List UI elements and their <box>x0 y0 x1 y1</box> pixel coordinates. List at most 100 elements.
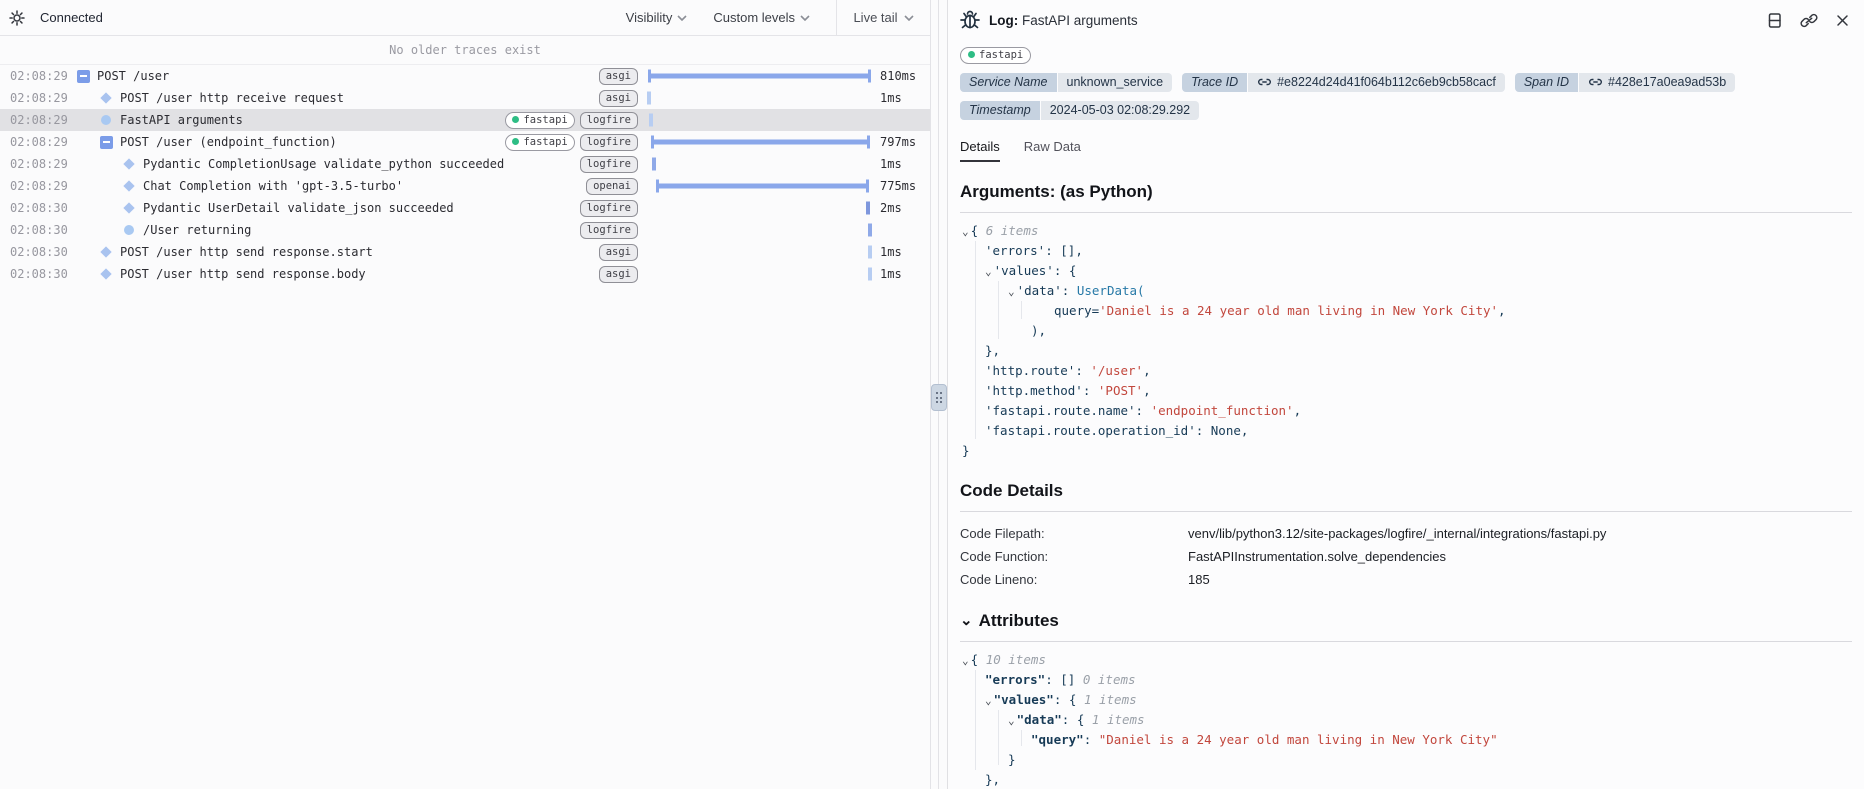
trace-badges: logfire <box>580 156 638 173</box>
trace-timestamp: 02:08:30 <box>10 223 68 237</box>
trace-duration: 775ms <box>880 179 930 193</box>
code-line: ⌄{ 10 items <box>948 650 1864 670</box>
trace-span-name: Chat Completion with 'gpt-3.5-turbo' <box>143 179 586 193</box>
span-collapse-icon[interactable] <box>76 69 90 83</box>
trace-duration: 1ms <box>880 245 930 259</box>
link-icon <box>1257 76 1272 88</box>
trace-row[interactable]: 02:08:29 POST /user http receive request… <box>0 87 930 109</box>
trace-timestamp: 02:08:29 <box>10 179 68 193</box>
tab-raw-data[interactable]: Raw Data <box>1024 139 1081 162</box>
bug-icon <box>958 8 982 32</box>
badge-logfire: logfire <box>580 156 638 173</box>
trace-row[interactable]: 02:08:29 Pydantic CompletionUsage valida… <box>0 153 930 175</box>
chevron-down-icon[interactable]: ⌄ <box>962 654 969 667</box>
code-line: 'http.route': '/user', <box>948 361 1864 381</box>
chevron-down-icon[interactable]: ⌄ <box>985 265 992 278</box>
green-dot-icon <box>512 138 519 145</box>
trace-duration: 1ms <box>880 91 930 105</box>
duration-bar <box>868 268 872 281</box>
trace-row[interactable]: 02:08:29 POST /user (endpoint_function) … <box>0 131 930 153</box>
badge-logfire: logfire <box>580 112 638 129</box>
duration-bar-track <box>646 175 874 197</box>
badge-logfire: logfire <box>580 222 638 239</box>
trace-span-name: /User returning <box>143 223 580 237</box>
trace-row[interactable]: 02:08:29 POST /user asgi 810ms <box>0 65 930 87</box>
chevron-down-icon <box>677 15 687 21</box>
settings-button[interactable] <box>0 10 34 26</box>
green-dot-icon <box>968 51 975 58</box>
code-line: 'errors': [], <box>948 241 1864 261</box>
code-line: 'fastapi.route.operation_id': None, <box>948 421 1864 441</box>
trace-badges: fastapi logfire <box>505 134 638 151</box>
duration-bar-track <box>646 241 874 263</box>
trace-timestamp: 02:08:29 <box>10 113 68 127</box>
trace-panel: Connected Visibility Custom levels Live … <box>0 0 931 789</box>
trace-row[interactable]: 02:08:30 Pydantic UserDetail validate_js… <box>0 197 930 219</box>
diamond-icon <box>122 201 136 215</box>
code-line: ⌄'data': UserData( <box>948 281 1864 301</box>
trace-span-name: POST /user <box>97 69 599 83</box>
green-dot-icon <box>512 116 519 123</box>
badge-asgi: asgi <box>599 244 638 261</box>
trace-span-name: POST /user (endpoint_function) <box>120 135 505 149</box>
span-collapse-icon[interactable] <box>99 135 113 149</box>
code-line: }, <box>948 770 1864 789</box>
trace-panel-header: Connected Visibility Custom levels Live … <box>0 0 930 36</box>
link-icon[interactable] <box>1800 12 1818 29</box>
diamond-icon <box>122 179 136 193</box>
code-function-row: Code Function: FastAPIInstrumentation.so… <box>960 545 1852 568</box>
trace-timestamp: 02:08:29 <box>10 157 68 171</box>
circle-icon <box>122 223 136 237</box>
visibility-dropdown[interactable]: Visibility <box>626 10 688 25</box>
arguments-heading: Arguments: (as Python) <box>948 162 1864 202</box>
chevron-down-icon[interactable]: ⌄ <box>985 694 992 707</box>
diamond-icon <box>99 267 113 281</box>
badge-fastapi: fastapi <box>505 134 574 151</box>
trace-row[interactable]: 02:08:30 POST /user http send response.s… <box>0 241 930 263</box>
live-tail-dropdown[interactable]: Live tail <box>836 0 930 36</box>
chevron-down-icon[interactable]: ⌄ <box>1008 285 1015 298</box>
trace-span-name: POST /user http receive request <box>120 91 599 105</box>
duration-bar-track <box>646 87 874 109</box>
trace-id-chip[interactable]: Trace ID #e8224d24d41f064b112c6eb9cb58ca… <box>1182 73 1505 92</box>
badge-logfire: logfire <box>580 200 638 217</box>
trace-badges: logfire <box>580 200 638 217</box>
badge-fastapi: fastapi <box>960 47 1031 64</box>
trace-duration: 1ms <box>880 267 930 281</box>
attributes-tree: ⌄{ 10 items"errors": [] 0 items⌄"values"… <box>948 642 1864 789</box>
arguments-tree: ⌄{ 6 items'errors': [],⌄'values': {⌄'dat… <box>948 213 1864 461</box>
trace-duration: 797ms <box>880 135 930 149</box>
trace-timestamp: 02:08:29 <box>10 69 68 83</box>
duration-bar <box>866 202 870 215</box>
diamond-icon <box>99 245 113 259</box>
duration-bar <box>648 74 870 79</box>
tab-details[interactable]: Details <box>960 139 1000 162</box>
gear-icon <box>9 10 25 26</box>
trace-row[interactable]: 02:08:30 /User returning logfire <box>0 219 930 241</box>
code-details-heading: Code Details <box>948 461 1864 501</box>
code-line: "query": "Daniel is a 24 year old man li… <box>948 730 1864 750</box>
chevron-down-icon[interactable]: ⌄ <box>962 225 969 238</box>
diamond-icon <box>122 157 136 171</box>
chevron-down-icon <box>904 15 914 21</box>
log-detail-panel: Log: FastAPI arguments fastapi <box>947 0 1864 789</box>
attributes-heading[interactable]: ⌄ Attributes <box>948 591 1864 631</box>
trace-timestamp: 02:08:30 <box>10 245 68 259</box>
trace-row[interactable]: 02:08:29 FastAPI arguments fastapilogfir… <box>0 109 930 131</box>
trace-duration: 2ms <box>880 201 930 215</box>
trace-span-name: POST /user http send response.start <box>120 245 599 259</box>
trace-duration: 810ms <box>880 69 930 83</box>
badge-logfire: logfire <box>580 134 638 151</box>
code-line: } <box>948 750 1864 770</box>
close-icon[interactable] <box>1835 13 1850 28</box>
span-id-chip[interactable]: Span ID #428e17a0ea9ad53b <box>1515 73 1735 92</box>
trace-list: 02:08:29 POST /user asgi 810ms 02:08:29 … <box>0 65 930 285</box>
trace-row[interactable]: 02:08:30 POST /user http send response.b… <box>0 263 930 285</box>
custom-levels-dropdown[interactable]: Custom levels <box>713 10 810 25</box>
panel-layout-icon[interactable] <box>1766 12 1783 29</box>
trace-timestamp: 02:08:30 <box>10 201 68 215</box>
chevron-down-icon[interactable]: ⌄ <box>1008 714 1015 727</box>
code-line: ⌄{ 6 items <box>948 221 1864 241</box>
trace-row[interactable]: 02:08:29 Chat Completion with 'gpt-3.5-t… <box>0 175 930 197</box>
panel-resize-handle[interactable] <box>931 384 947 411</box>
